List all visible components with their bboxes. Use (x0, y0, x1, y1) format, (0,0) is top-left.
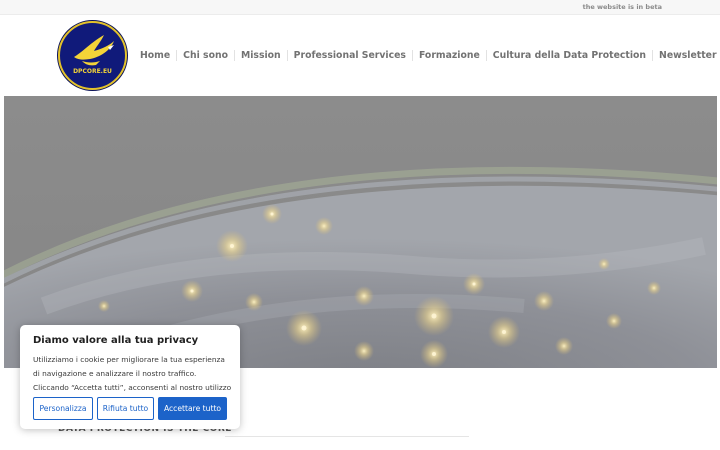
site-header: DPCORE.EU Home Chi sono Mission Professi… (0, 15, 720, 96)
nav-separator (411, 49, 413, 61)
site-logo[interactable]: DPCORE.EU (58, 21, 127, 90)
nav-separator (233, 49, 235, 61)
nav-item-home[interactable]: Home (140, 50, 170, 61)
nav-item-formazione[interactable]: Formazione (419, 50, 480, 61)
eagle-emblem-icon (74, 35, 114, 66)
logo-text: DPCORE.EU (73, 68, 112, 75)
reject-all-button[interactable]: Rifiuta tutto (97, 397, 154, 420)
cookie-title: Diamo valore alla tua privacy (33, 335, 199, 346)
section-divider (225, 436, 469, 437)
nav-item-newsletter[interactable]: Newsletter (659, 50, 716, 61)
nav-item-mission[interactable]: Mission (241, 50, 281, 61)
accept-all-button[interactable]: Accettare tutto (158, 397, 227, 420)
top-bar: the website is in beta (0, 0, 720, 15)
beta-notice: the website is in beta (582, 3, 662, 11)
nav-separator (176, 49, 178, 61)
main-nav: Home Chi sono Mission Professional Servi… (140, 49, 717, 61)
nav-item-cultura[interactable]: Cultura della Data Protection (493, 50, 646, 61)
nav-separator (652, 49, 654, 61)
nav-separator (286, 49, 288, 61)
nav-item-chi-sono[interactable]: Chi sono (183, 50, 228, 61)
nav-separator (485, 49, 487, 61)
nav-item-professional-services[interactable]: Professional Services (294, 50, 406, 61)
customize-button[interactable]: Personalizza (33, 397, 93, 420)
cookie-consent-banner: Diamo valore alla tua privacy Utilizziam… (20, 325, 240, 429)
